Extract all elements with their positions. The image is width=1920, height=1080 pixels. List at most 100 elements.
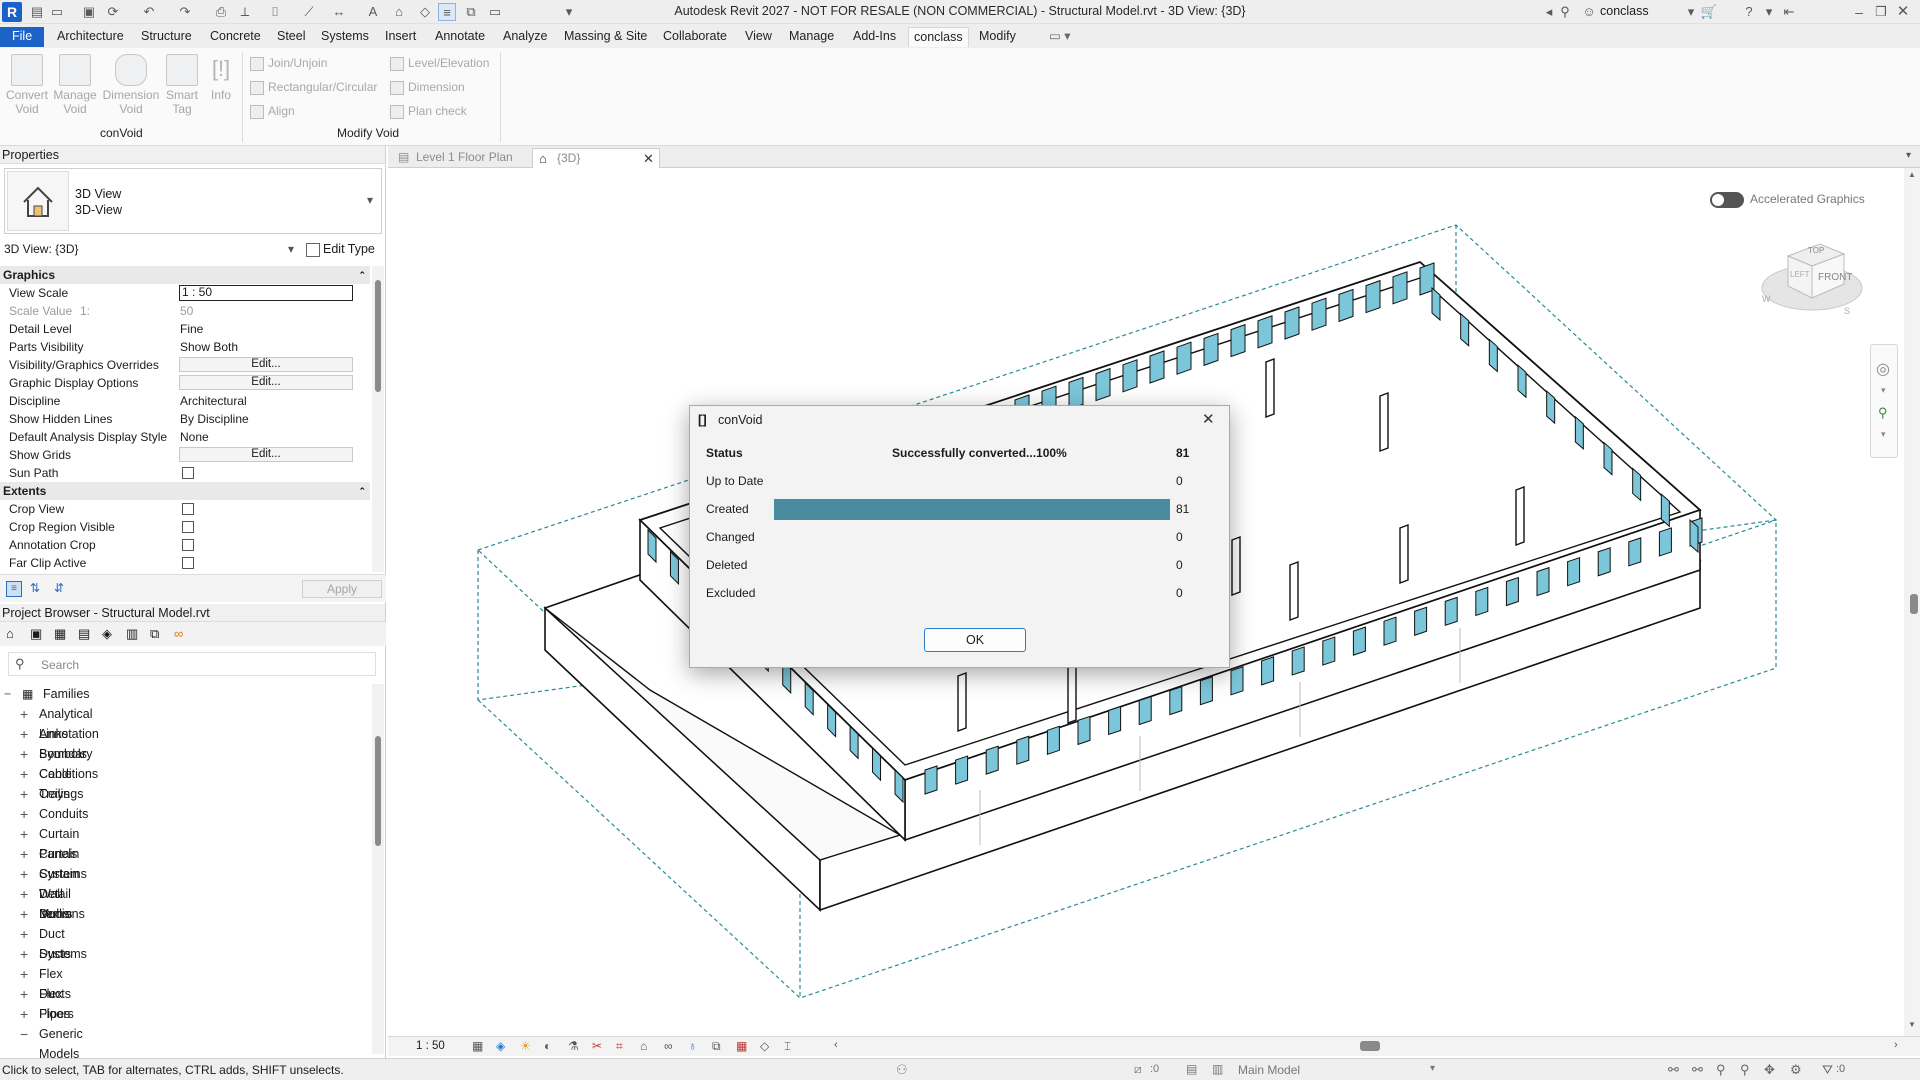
analysis-icon[interactable]: ◇ — [760, 1039, 769, 1053]
tab-manage[interactable]: Manage — [784, 27, 839, 47]
graphic-display-edit-button[interactable]: Edit... — [179, 375, 353, 390]
render-icon[interactable]: ⚗ — [568, 1039, 579, 1053]
tab-analyze[interactable]: Analyze — [498, 27, 552, 47]
expand-icon[interactable]: + — [20, 924, 28, 944]
filter-icon[interactable]: ⧉ — [150, 626, 159, 642]
join-unjoin-button[interactable]: Join/Unjoin — [250, 54, 327, 72]
collapse-icon[interactable]: ⌃ — [358, 266, 366, 284]
edit-type-button[interactable]: Edit Type — [306, 239, 375, 259]
tab-architecture[interactable]: Architecture — [52, 27, 129, 47]
dimension-void-button[interactable]: Dimension Void — [100, 54, 162, 116]
views-icon[interactable]: ▣ — [30, 626, 42, 642]
sheets-icon[interactable]: ▦ — [54, 626, 66, 642]
sort-asc-icon[interactable]: ⇅ — [30, 581, 40, 595]
families-icon[interactable]: ◈ — [102, 626, 112, 642]
expand-icon[interactable]: + — [20, 764, 28, 784]
view-scale-input[interactable]: 1 : 50 — [179, 285, 353, 301]
manage-void-button[interactable]: Manage Void — [52, 54, 98, 116]
tab-file[interactable]: File — [0, 27, 45, 47]
user-icon[interactable]: ☺ — [1580, 3, 1598, 21]
reveal-hidden-icon[interactable]: ♁ — [688, 1039, 697, 1053]
row-discipline[interactable]: Discipline Architectural — [0, 392, 370, 410]
groups-icon[interactable]: ▥ — [126, 626, 138, 642]
viewcube[interactable]: TOP FRONT LEFT W S — [1748, 218, 1878, 328]
row-vg-overrides[interactable]: Visibility/Graphics Overrides Edit... — [0, 356, 370, 374]
tab-conclass[interactable]: conclass — [908, 27, 969, 47]
tab-annotate[interactable]: Annotate — [430, 27, 490, 47]
expand-icon[interactable]: + — [20, 804, 28, 824]
model-list-icon[interactable]: ▥ — [1212, 1062, 1223, 1076]
sort-icon[interactable]: ≡ — [6, 581, 22, 597]
scroll-down-icon[interactable]: ▼ — [1908, 1020, 1916, 1029]
hidden-lines-value[interactable]: By Discipline — [180, 410, 249, 428]
active-model-select[interactable]: Main Model — [1238, 1063, 1300, 1077]
help-dropdown-icon[interactable]: ▾ — [1760, 3, 1778, 21]
tab-collaborate[interactable]: Collaborate — [658, 27, 732, 47]
type-selector[interactable]: 3D View 3D-View ▾ — [4, 168, 382, 234]
expand-icon[interactable]: + — [20, 744, 28, 764]
ribbon-collapse-icon[interactable]: ⇤ — [1780, 3, 1798, 21]
worksharing-icon[interactable]: ▦ — [736, 1039, 747, 1053]
horizontal-scroll-thumb[interactable] — [1360, 1041, 1380, 1051]
sun-path-checkbox[interactable] — [182, 467, 194, 479]
tab-systems[interactable]: Systems — [316, 27, 374, 47]
detail-level-icon[interactable]: ▦ — [472, 1039, 483, 1053]
expand-icon[interactable]: + — [20, 844, 28, 864]
plan-check-button[interactable]: Plan check — [390, 102, 467, 120]
dimension-button[interactable]: Dimension — [390, 78, 465, 96]
row-detail-level[interactable]: Detail Level Fine — [0, 320, 370, 338]
convert-void-button[interactable]: Convert Void — [4, 54, 50, 116]
analysis-style-value[interactable]: None — [180, 428, 209, 446]
zoom-region-icon[interactable]: ⚲ — [1878, 405, 1888, 421]
temp-hide-icon[interactable]: ∞ — [664, 1039, 673, 1053]
expand-icon[interactable]: + — [20, 724, 28, 744]
row-analysis-style[interactable]: Default Analysis Display Style None — [0, 428, 370, 446]
section-graphics[interactable]: Graphics ⌃ — [0, 266, 370, 284]
shadows-icon[interactable]: ◐ — [544, 1039, 551, 1053]
collapse-icon[interactable]: − — [20, 1024, 28, 1044]
row-parts-visibility[interactable]: Parts Visibility Show Both — [0, 338, 370, 356]
filter-selection-icon[interactable]: ⛛ — [1822, 1062, 1833, 1078]
select-pinned-icon[interactable]: ⚲ — [1716, 1062, 1726, 1078]
show-grids-edit-button[interactable]: Edit... — [179, 447, 353, 462]
row-far-clip[interactable]: Far Clip Active — [0, 554, 370, 572]
vertical-scroll-thumb[interactable] — [1910, 594, 1918, 614]
scroll-right-icon[interactable]: › — [1894, 1039, 1898, 1051]
close-tab-icon[interactable]: ✕ — [643, 149, 654, 168]
lock-view-icon[interactable]: ⌂ — [640, 1039, 647, 1053]
row-sun-path[interactable]: Sun Path — [0, 464, 370, 482]
rectangular-circular-button[interactable]: Rectangular/Circular — [250, 78, 377, 96]
crop-view-checkbox[interactable] — [182, 503, 194, 515]
instance-selector[interactable]: 3D View: {3D} ▾ — [4, 240, 300, 258]
steering-wheel-icon[interactable]: ◎ — [1876, 359, 1890, 379]
level-elevation-button[interactable]: Level/Elevation — [390, 54, 489, 72]
parts-visibility-value[interactable]: Show Both — [180, 338, 238, 356]
info-button[interactable]: [!] Info — [204, 54, 238, 102]
apply-button[interactable]: Apply — [302, 580, 382, 598]
drag-elements-icon[interactable]: ✥ — [1764, 1062, 1775, 1078]
type-dropdown-icon[interactable]: ▾ — [367, 193, 373, 207]
select-by-face-icon[interactable]: ⚲ — [1740, 1062, 1750, 1078]
crop-icon[interactable]: ✂ — [592, 1039, 602, 1053]
far-clip-checkbox[interactable] — [182, 557, 194, 569]
model-dropdown-icon[interactable]: ▾ — [1430, 1063, 1435, 1074]
row-show-grids[interactable]: Show Grids Edit... — [0, 446, 370, 464]
collapse-icon[interactable]: ⌃ — [358, 482, 366, 500]
browser-search-input[interactable]: ⚲ Search — [8, 652, 376, 676]
steering-dropdown-icon[interactable]: ▾ — [1881, 385, 1886, 396]
minimize-icon[interactable]: – — [1850, 3, 1868, 21]
viewcube-top-label[interactable]: TOP — [1808, 246, 1824, 255]
expand-icon[interactable]: + — [20, 704, 28, 724]
vertical-scrollbar[interactable]: ▲ ▼ — [1908, 168, 1920, 1036]
show-crop-icon[interactable]: ⌗ — [616, 1039, 623, 1054]
properties-scroll-thumb[interactable] — [375, 280, 381, 392]
worksets-icon[interactable]: ⚇ — [896, 1062, 908, 1078]
restore-icon[interactable]: ❐ — [1872, 3, 1890, 21]
ok-button[interactable]: OK — [924, 628, 1026, 652]
visual-style-icon[interactable]: ◈ — [496, 1039, 505, 1053]
schedules-icon[interactable]: ▤ — [78, 626, 90, 642]
expand-icon[interactable]: + — [20, 944, 28, 964]
expand-icon[interactable]: + — [20, 884, 28, 904]
tab-level-1-floor-plan[interactable]: ▤ Level 1 Floor Plan — [392, 148, 532, 168]
view-scale-readout[interactable]: 1 : 50 — [416, 1040, 445, 1052]
